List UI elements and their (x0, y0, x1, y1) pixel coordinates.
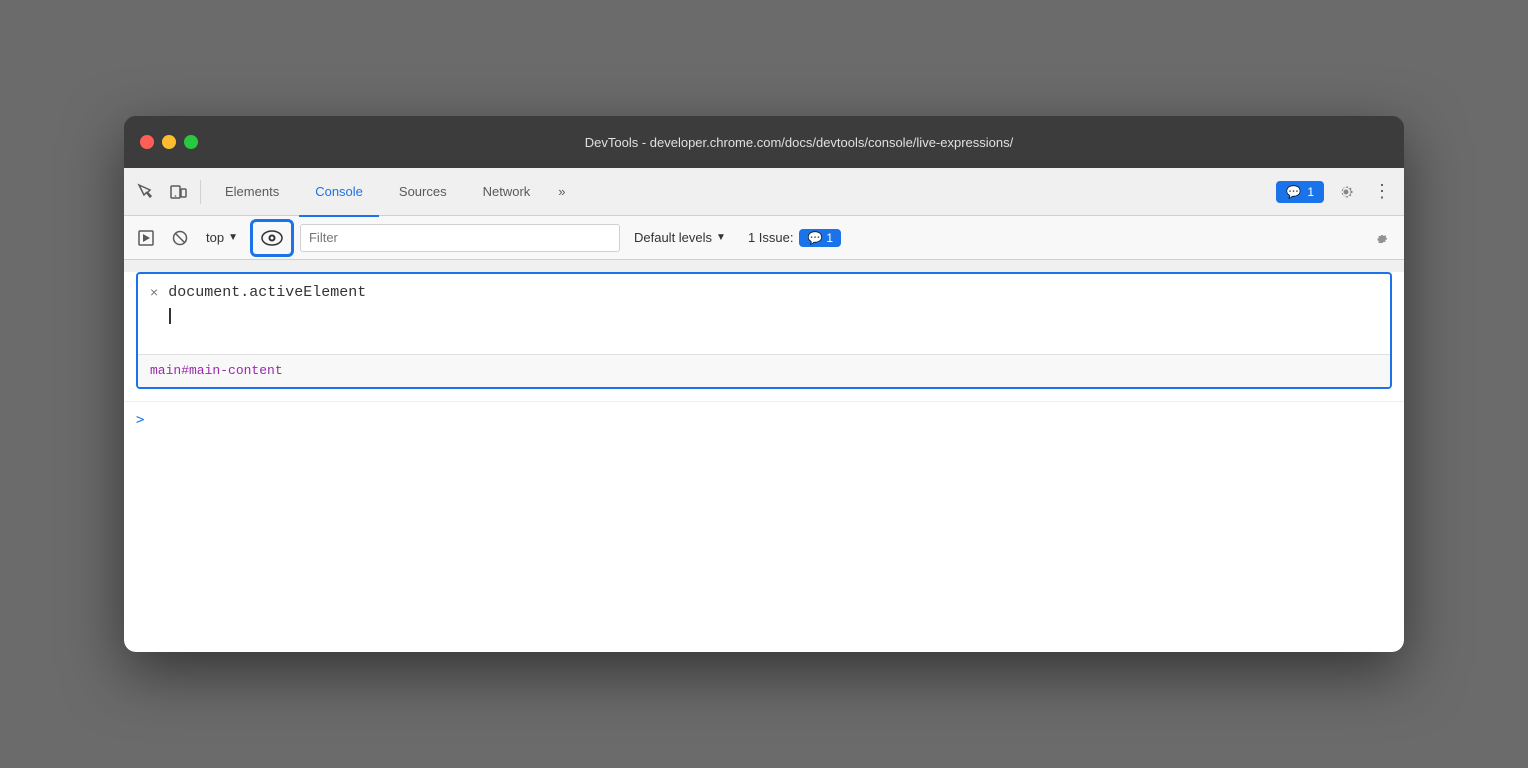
toolbar-separator-1 (200, 180, 201, 204)
block-icon[interactable] (166, 224, 194, 252)
more-tabs-button[interactable]: » (550, 184, 573, 199)
issue-badge: 💬 1 (799, 229, 841, 247)
main-toolbar: Elements Console Sources Network » 💬 1 (124, 168, 1404, 216)
devtools-window: DevTools - developer.chrome.com/docs/dev… (124, 116, 1404, 652)
expression-line-1: document.activeElement (168, 284, 366, 301)
close-button[interactable] (140, 135, 154, 149)
maximize-button[interactable] (184, 135, 198, 149)
tab-network[interactable]: Network (467, 169, 547, 217)
issue-chat-icon: 💬 (807, 231, 822, 245)
issue-indicator[interactable]: 1 Issue: 💬 1 (740, 227, 849, 249)
issues-count: 1 (1307, 185, 1314, 199)
levels-label: Default levels (634, 230, 712, 245)
tab-elements[interactable]: Elements (209, 169, 295, 217)
title-bar: DevTools - developer.chrome.com/docs/dev… (124, 116, 1404, 168)
filter-input[interactable] (300, 224, 620, 252)
device-icon[interactable] (164, 178, 192, 206)
dropdown-arrow-icon: ▼ (228, 232, 238, 243)
console-prompt-row: > (124, 401, 1404, 438)
live-expressions-button[interactable] (250, 219, 294, 257)
minimize-button[interactable] (162, 135, 176, 149)
issue-text: 1 Issue: (748, 230, 794, 245)
expression-result: main#main-content (138, 354, 1390, 387)
console-settings-icon[interactable] (1368, 224, 1396, 252)
frame-selector[interactable]: top ▼ (200, 228, 244, 247)
log-levels-selector[interactable]: Default levels ▼ (626, 228, 734, 247)
inspect-icon[interactable] (132, 178, 160, 206)
settings-icon[interactable] (1332, 178, 1360, 206)
top-label: top (206, 230, 224, 245)
live-expression-widget: × document.activeElement main#main-conte… (136, 272, 1392, 389)
tab-console[interactable]: Console (299, 169, 379, 217)
text-cursor (169, 308, 171, 324)
devtools-body: Elements Console Sources Network » 💬 1 (124, 168, 1404, 652)
issues-badge-icon: 💬 (1286, 185, 1301, 199)
console-toolbar: top ▼ Default levels ▼ 1 Issue: (124, 216, 1404, 260)
issue-badge-count: 1 (826, 231, 833, 245)
toolbar-right: 💬 1 ⋮ (1276, 178, 1396, 206)
window-title: DevTools - developer.chrome.com/docs/dev… (210, 135, 1388, 150)
tab-sources[interactable]: Sources (383, 169, 463, 217)
levels-arrow-icon: ▼ (716, 232, 726, 243)
traffic-lights (140, 135, 198, 149)
more-options-icon[interactable]: ⋮ (1368, 178, 1396, 206)
expression-editor[interactable]: document.activeElement (168, 282, 1378, 327)
prompt-chevron[interactable]: > (136, 412, 144, 428)
result-value: main#main-content (150, 363, 283, 378)
run-button[interactable] (132, 224, 160, 252)
live-expression-header: × document.activeElement (138, 274, 1390, 354)
close-expression-button[interactable]: × (150, 284, 158, 300)
issues-badge[interactable]: 💬 1 (1276, 181, 1324, 203)
console-content: × document.activeElement main#main-conte… (124, 272, 1404, 652)
